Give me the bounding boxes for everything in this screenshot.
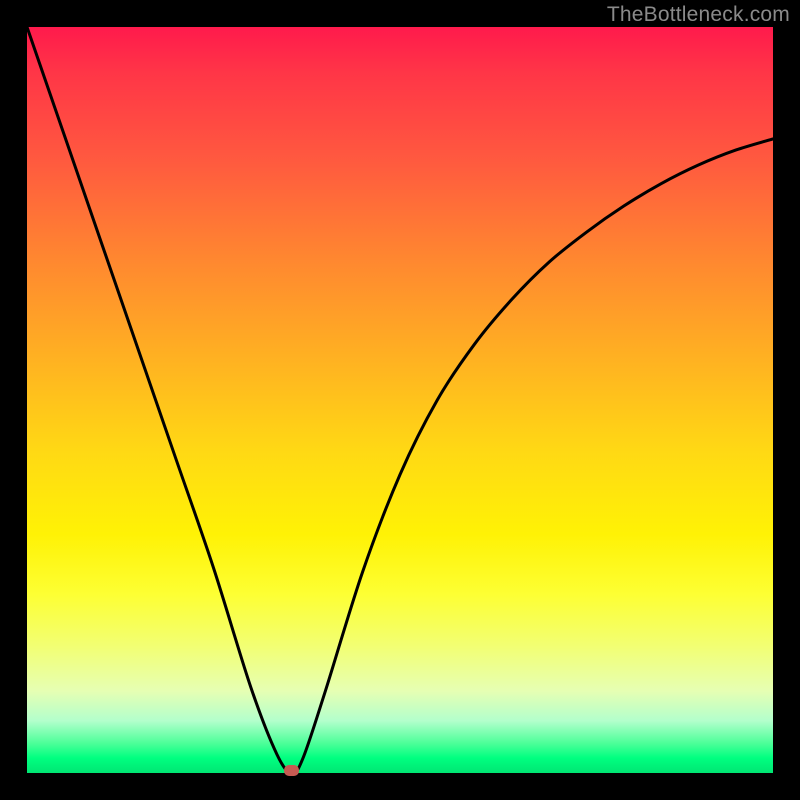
- plot-area: [27, 27, 773, 773]
- bottleneck-curve: [27, 27, 773, 773]
- minimum-point-marker: [284, 765, 299, 776]
- chart-frame: TheBottleneck.com: [0, 0, 800, 800]
- watermark-text: TheBottleneck.com: [607, 3, 790, 27]
